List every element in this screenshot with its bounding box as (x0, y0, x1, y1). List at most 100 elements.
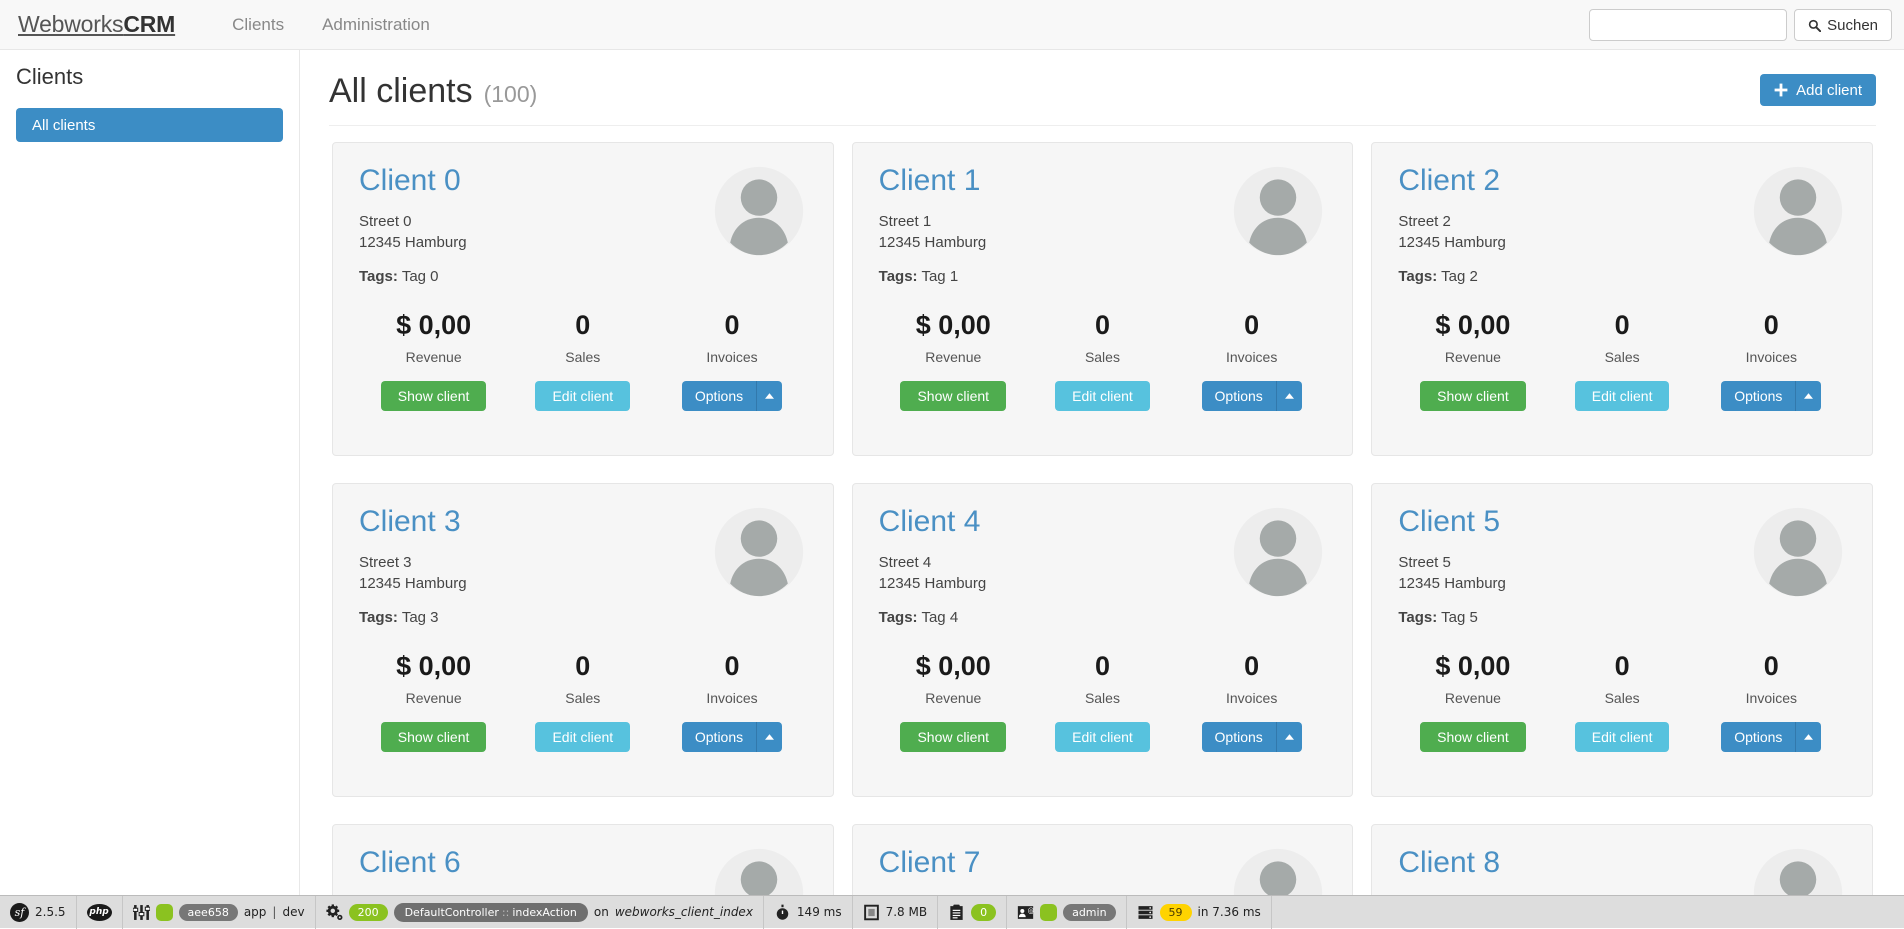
options-button[interactable]: Options (1721, 381, 1795, 411)
client-name-link[interactable]: Client 7 (879, 846, 981, 879)
toolbar-security[interactable]: @ admin (1007, 896, 1126, 929)
options-button[interactable]: Options (1202, 381, 1276, 411)
edit-client-col: Edit client (508, 381, 657, 411)
edit-client-button[interactable]: Edit client (535, 381, 630, 411)
show-client-button[interactable]: Show client (900, 722, 1006, 752)
stat-revenue: $ 0,00 Revenue (359, 311, 508, 365)
client-name-link[interactable]: Client 1 (879, 164, 981, 197)
svg-text:@: @ (1028, 907, 1034, 915)
client-name-link[interactable]: Client 8 (1398, 846, 1500, 879)
client-name-link[interactable]: Client 3 (359, 505, 461, 538)
edit-client-button[interactable]: Edit client (1575, 381, 1670, 411)
sales-label: Sales (1548, 690, 1697, 706)
client-tags: Tags: Tag 1 (879, 268, 987, 285)
stopwatch-icon (774, 904, 791, 921)
gear-icon (326, 904, 343, 921)
client-stats: $ 0,00 Revenue 0 Sales 0 Invoices (1398, 311, 1846, 365)
options-button[interactable]: Options (682, 722, 756, 752)
revenue-label: Revenue (879, 349, 1028, 365)
config-status-indicator (156, 904, 173, 921)
client-card-cell: Client 4 Street 4 12345 Hamburg Tags: Ta… (843, 483, 1363, 824)
options-button[interactable]: Options (1202, 722, 1276, 752)
symfony-logo-icon: sf (10, 903, 29, 922)
edit-client-button[interactable]: Edit client (1055, 722, 1150, 752)
invoices-value: 0 (1177, 652, 1326, 682)
page-header: All clients (100) Add client (329, 72, 1876, 126)
toolbar-php[interactable]: php (77, 896, 123, 929)
client-name-link[interactable]: Client 6 (359, 846, 461, 879)
client-name-link[interactable]: Client 2 (1398, 164, 1500, 197)
options-dropdown-toggle[interactable] (1795, 381, 1821, 411)
search-input[interactable] (1589, 9, 1787, 41)
edit-client-button[interactable]: Edit client (1575, 722, 1670, 752)
client-name-link[interactable]: Client 5 (1398, 505, 1500, 538)
security-status-indicator (1040, 904, 1057, 921)
show-client-col: Show client (1398, 722, 1547, 752)
client-name-link[interactable]: Client 0 (359, 164, 461, 197)
sales-value: 0 (1028, 652, 1177, 682)
add-client-button[interactable]: Add client (1760, 74, 1876, 106)
stat-sales: 0 Sales (1548, 311, 1697, 365)
toolbar-memory[interactable]: 7.8 MB (853, 896, 938, 929)
sales-value: 0 (508, 311, 657, 341)
avatar-placeholder-icon (1230, 504, 1326, 600)
invoices-label: Invoices (657, 349, 806, 365)
client-card: Client 1 Street 1 12345 Hamburg Tags: Ta… (852, 142, 1354, 456)
show-client-col: Show client (879, 381, 1028, 411)
add-client-label: Add client (1796, 82, 1862, 99)
options-button[interactable]: Options (1721, 722, 1795, 752)
caret-up-icon (1285, 734, 1294, 740)
client-street: Street 5 (1398, 552, 1506, 574)
stat-sales: 0 Sales (1028, 311, 1177, 365)
toolbar-time[interactable]: 149 ms (764, 896, 853, 929)
client-address: Street 4 12345 Hamburg (879, 552, 987, 596)
options-dropdown-toggle[interactable] (1276, 722, 1302, 752)
show-client-button[interactable]: Show client (1420, 381, 1526, 411)
toolbar-forms[interactable]: 0 (938, 896, 1007, 929)
stat-revenue: $ 0,00 Revenue (879, 311, 1028, 365)
client-card-cell: Client 0 Street 0 12345 Hamburg Tags: Ta… (323, 142, 843, 483)
options-dropdown-toggle[interactable] (756, 381, 782, 411)
toolbar-database[interactable]: 59 in 7.36 ms (1127, 896, 1272, 929)
client-card: Client 2 Street 2 12345 Hamburg Tags: Ta… (1371, 142, 1873, 456)
user-badge-icon: @ (1017, 904, 1034, 921)
nav-item-clients[interactable]: Clients (213, 0, 303, 50)
show-client-button[interactable]: Show client (381, 722, 487, 752)
avatar-placeholder-icon (1230, 163, 1326, 259)
edit-client-button[interactable]: Edit client (1055, 381, 1150, 411)
sales-label: Sales (508, 690, 657, 706)
client-stats: $ 0,00 Revenue 0 Sales 0 Invoices (1398, 652, 1846, 706)
caret-up-icon (765, 734, 774, 740)
brand-logo[interactable]: WebworksCRM (18, 11, 175, 38)
edit-client-button[interactable]: Edit client (535, 722, 630, 752)
show-client-button[interactable]: Show client (381, 381, 487, 411)
options-dropdown-toggle[interactable] (1276, 381, 1302, 411)
options-split-button: Options (682, 722, 782, 752)
options-col: Options (1697, 722, 1846, 752)
revenue-label: Revenue (359, 349, 508, 365)
options-dropdown-toggle[interactable] (1795, 722, 1821, 752)
search-button[interactable]: Suchen (1794, 9, 1892, 41)
stat-sales: 0 Sales (508, 311, 657, 365)
options-button[interactable]: Options (682, 381, 756, 411)
revenue-label: Revenue (1398, 690, 1547, 706)
toolbar-request[interactable]: 200 DefaultController::indexAction on we… (316, 896, 764, 929)
client-card-cell: Client 3 Street 3 12345 Hamburg Tags: Ta… (323, 483, 843, 824)
show-client-button[interactable]: Show client (1420, 722, 1526, 752)
toolbar-config[interactable]: aee658 app | dev (123, 896, 316, 929)
php-icon: php (87, 904, 112, 921)
show-client-button[interactable]: Show client (900, 381, 1006, 411)
brand-light: Webworks (18, 11, 123, 37)
stat-sales: 0 Sales (508, 652, 657, 706)
edit-client-col: Edit client (1028, 722, 1177, 752)
navbar-search-form: Suchen (1589, 9, 1892, 41)
client-name-link[interactable]: Client 4 (879, 505, 981, 538)
sidebar-item-all-clients[interactable]: All clients (16, 108, 283, 142)
nav-item-administration[interactable]: Administration (303, 0, 449, 50)
options-dropdown-toggle[interactable] (756, 722, 782, 752)
client-card-cell: Client 5 Street 5 12345 Hamburg Tags: Ta… (1362, 483, 1882, 824)
toolbar-symfony-version[interactable]: sf 2.5.5 (0, 896, 77, 929)
stat-invoices: 0 Invoices (657, 311, 806, 365)
client-card-header: Client 5 Street 5 12345 Hamburg Tags: Ta… (1398, 506, 1846, 626)
client-card-identity: Client 0 Street 0 12345 Hamburg Tags: Ta… (359, 165, 467, 285)
